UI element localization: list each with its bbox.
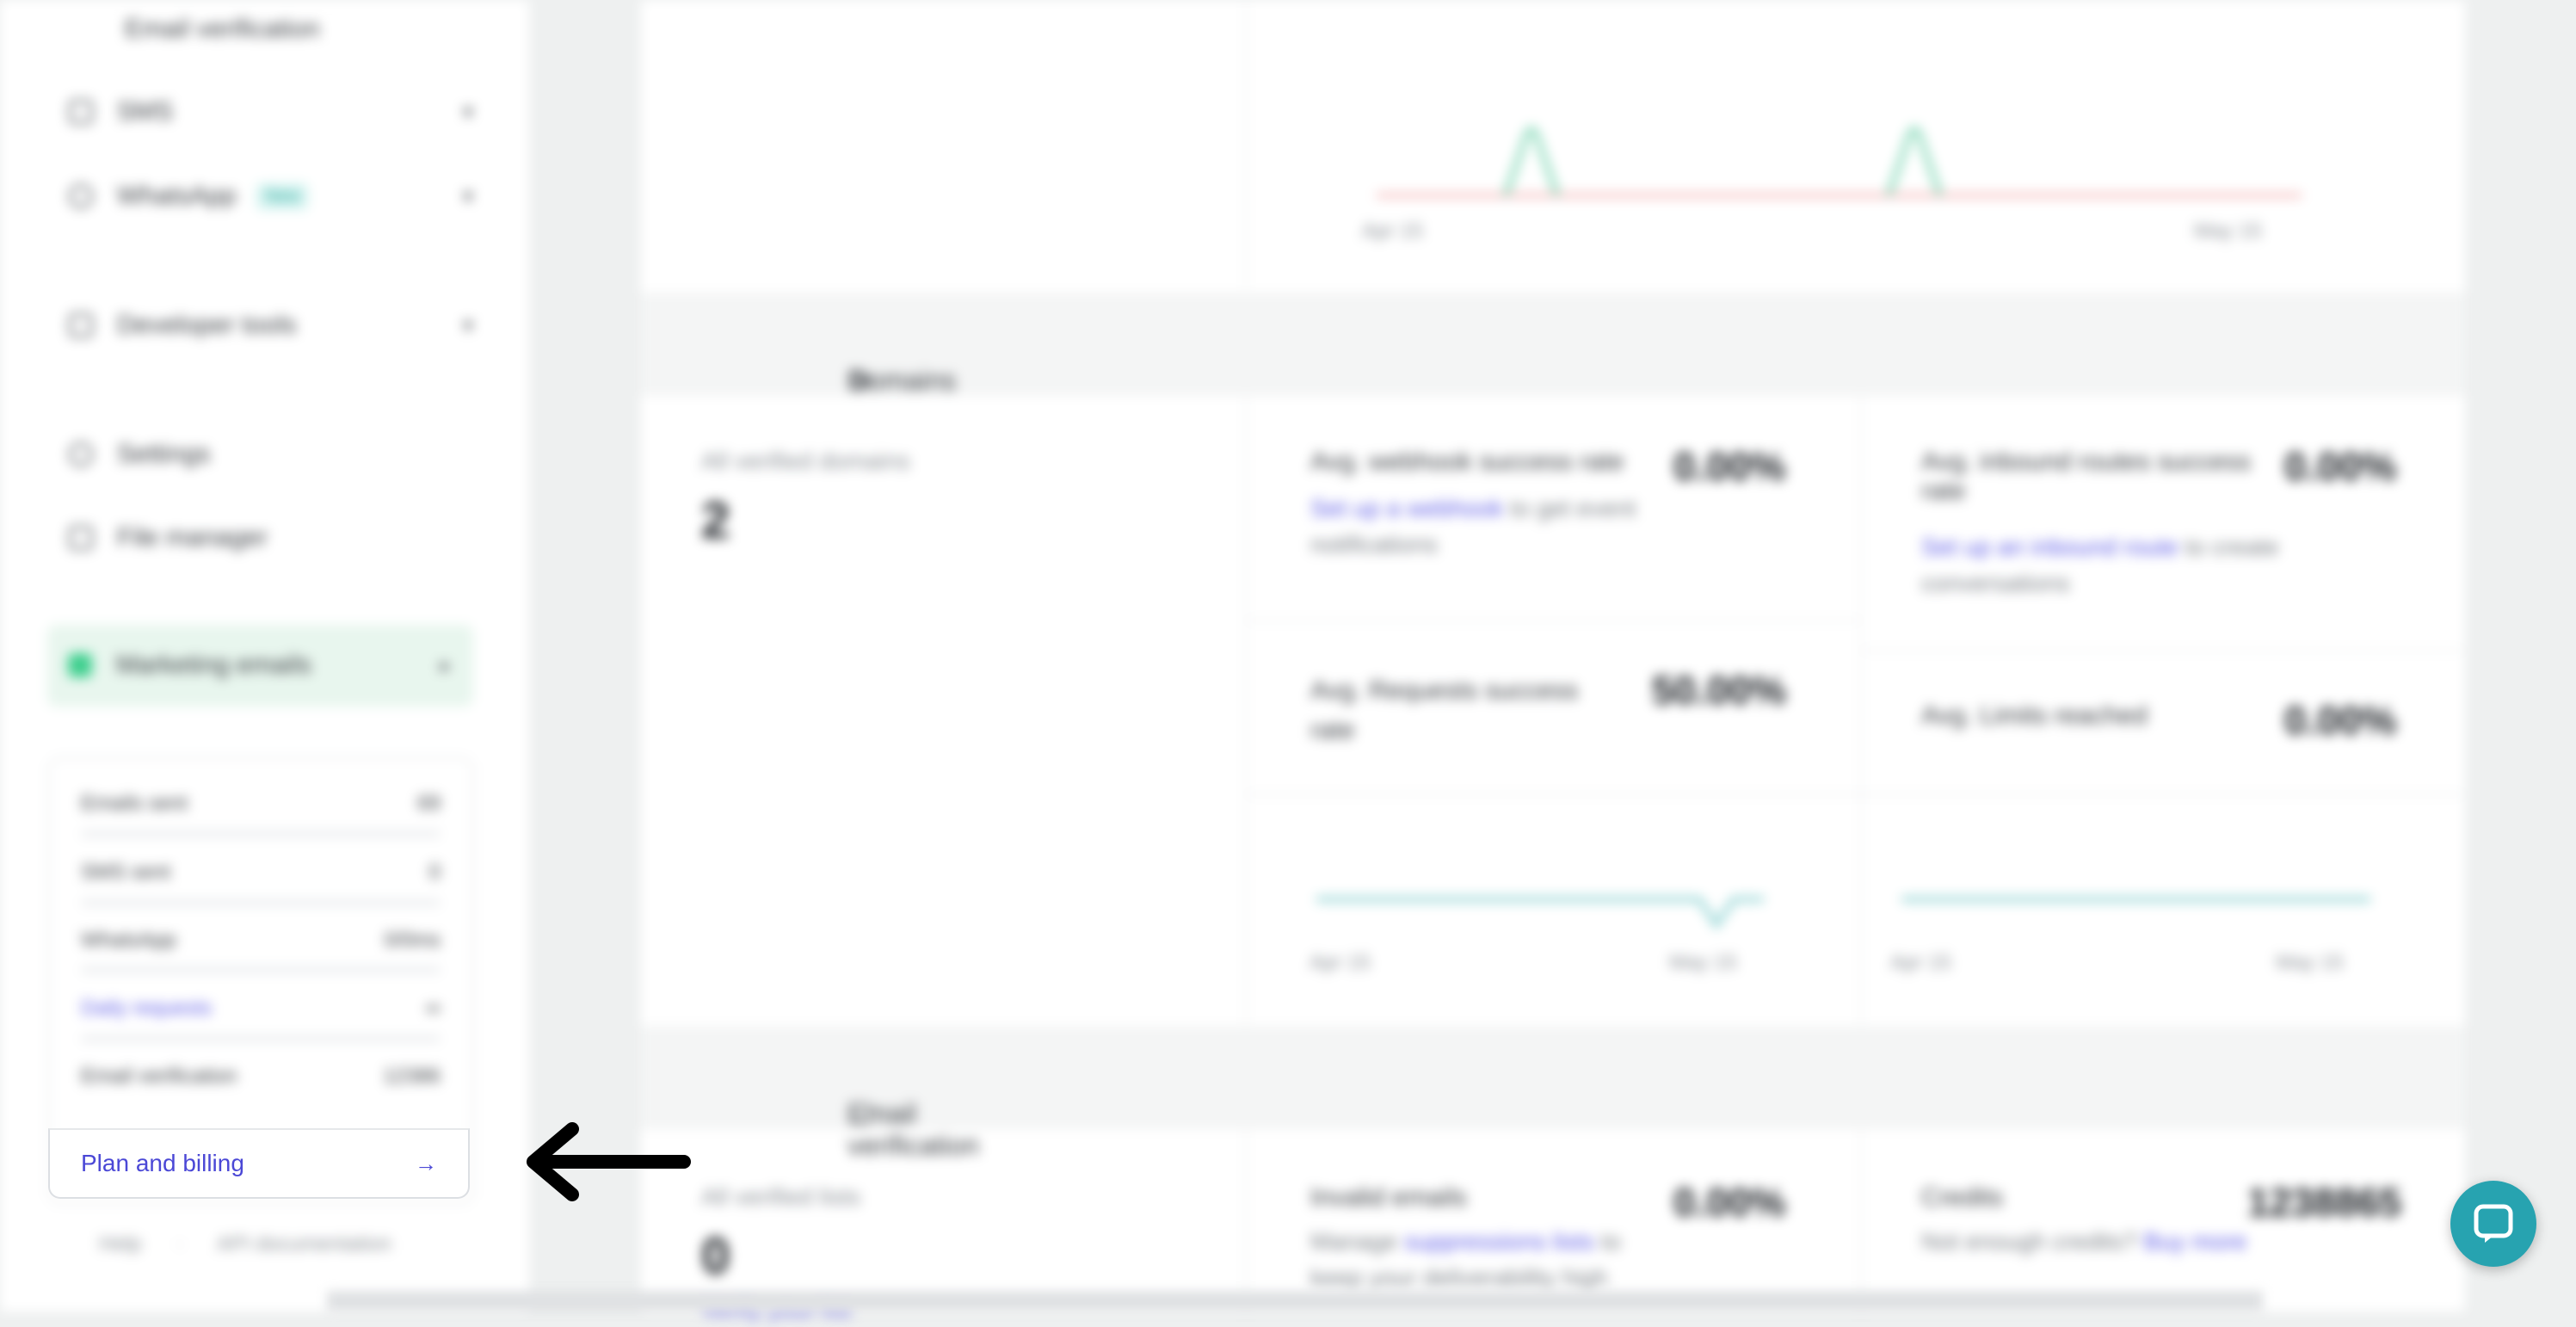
limits-label: Avg. Limits reached <box>1921 701 2148 730</box>
requests-chart <box>1316 897 1764 930</box>
sidebar-item-marketing-emails[interactable]: Marketing emails ▸ <box>47 625 473 707</box>
phone-icon <box>69 100 93 124</box>
gear-icon <box>69 442 93 466</box>
verified-lists-label: All verified lists <box>701 1183 861 1210</box>
arrow-right-icon: → <box>415 1150 437 1176</box>
sidebar-item-label: Email verification <box>125 15 320 43</box>
pointer-arrow-icon <box>527 1122 691 1201</box>
usage-bar <box>81 967 441 972</box>
setup-inbound-route-link[interactable]: Set up an inbound route <box>1921 534 2179 560</box>
divider <box>1245 1129 1247 1312</box>
tick-label: Apr 15 <box>1362 219 1423 243</box>
usage-bar <box>81 831 441 836</box>
tick-label: May 15 <box>2276 951 2344 974</box>
usage-row-daily-requests[interactable]: Daily requests ∞ <box>81 997 441 1021</box>
chevron-right-icon: ▸ <box>440 653 451 677</box>
chevron-down-icon: ▾ <box>462 184 473 208</box>
usage-bar <box>81 1036 441 1041</box>
section-title: Email verification <box>847 1098 979 1161</box>
plan-and-billing-label: Plan and billing <box>81 1150 244 1176</box>
chevron-down-icon: ▾ <box>462 100 473 124</box>
sidebar-item-email-verification[interactable]: Email verification <box>125 3 529 55</box>
divider <box>1860 396 1862 1024</box>
limits-value: 0.00% <box>2284 698 2397 743</box>
email-verification-header: ☐ Email verification <box>641 1026 2465 1161</box>
sidebar-item-file-manager[interactable]: File manager <box>69 512 473 564</box>
code-icon <box>69 313 93 337</box>
tick-label: May 15 <box>1669 951 1737 974</box>
webhook-value: 0.00% <box>1673 444 1786 489</box>
setup-webhook-link[interactable]: Set up a webhook <box>1310 495 1503 522</box>
webhook-hint: Set up a webhook to get event notificati… <box>1310 495 1636 558</box>
inbound-value: 0.00% <box>2284 444 2397 489</box>
divider <box>1247 793 2464 795</box>
credits-hint: Not enough credits? Buy more <box>1921 1228 2247 1255</box>
inbound-hint: Set up an inbound route to create conver… <box>1921 534 2279 596</box>
webhook-label: Avg. webhook success rate <box>1310 447 1624 476</box>
chat-bubble-icon <box>2474 1204 2513 1243</box>
top-chart <box>1377 127 2302 197</box>
divider <box>1245 396 1247 1024</box>
domains-header: ⚙ Domains <box>641 293 2465 397</box>
help-link[interactable]: Help <box>99 1232 141 1256</box>
sidebar: Email verification SMS ▾ WhatsApp New ▾ … <box>0 0 529 1312</box>
suppression-lists-link[interactable]: suppressions lists <box>1404 1228 1594 1255</box>
chat-launcher-button[interactable] <box>2450 1181 2536 1267</box>
tick-label: May 15 <box>2194 219 2262 243</box>
sidebar-item-label: WhatsApp <box>117 182 237 210</box>
usage-row-sms: SMS sent 0 <box>81 861 441 884</box>
invalid-emails-label: Invalid emails <box>1310 1183 1467 1212</box>
requests-value: 50.00% <box>1652 668 1787 713</box>
tick-label: Apr 15 <box>1310 951 1371 974</box>
usage-row-email-verification: Email verification 12386 <box>81 1065 441 1088</box>
whatsapp-icon <box>69 184 93 208</box>
divider <box>1862 650 2464 651</box>
invalid-emails-hint: Manage suppressions lists to keep your d… <box>1310 1228 1622 1291</box>
sidebar-item-developer-tools[interactable]: Developer tools ▾ <box>69 299 473 351</box>
chevron-down-icon: ▾ <box>462 313 473 337</box>
inbound-label: Avg. inbound routes success rate <box>1921 447 2252 505</box>
bottom-shadow <box>327 1291 2263 1312</box>
verified-domains-label: All verified domains <box>701 447 910 474</box>
sidebar-item-label: SMS <box>117 97 174 126</box>
verified-lists-value: 0 <box>701 1227 730 1285</box>
usage-row-whatsapp: WhatsApp 0/0ms <box>81 929 441 952</box>
divider <box>1245 0 1247 288</box>
sidebar-item-whatsapp[interactable]: WhatsApp New ▾ <box>69 170 473 222</box>
requests-label: Avg. Requests success rate <box>1310 676 1579 744</box>
separator: · <box>176 1232 183 1256</box>
new-badge: New <box>256 182 309 210</box>
limits-chart <box>1901 897 2370 902</box>
buy-more-link[interactable]: Buy more <box>2143 1228 2246 1255</box>
divider <box>1860 1129 1862 1312</box>
divider <box>1247 620 1860 621</box>
usage-row-emails: Emails sent 69 <box>81 792 441 815</box>
sidebar-item-label: File manager <box>117 523 268 552</box>
plan-and-billing-button[interactable]: Plan and billing → <box>48 1128 470 1199</box>
credits-value: 1238865 <box>2247 1180 2402 1225</box>
blurred-background: Email verification SMS ▾ WhatsApp New ▾ … <box>0 0 2576 1322</box>
flag-icon <box>68 653 92 677</box>
folder-icon <box>69 526 93 550</box>
sidebar-item-sms[interactable]: SMS ▾ <box>69 86 473 138</box>
verified-domains-value: 2 <box>701 491 730 549</box>
sidebar-item-label: Marketing emails <box>116 651 311 679</box>
credits-label: Credits <box>1921 1183 2004 1212</box>
usage-bar <box>81 900 441 905</box>
tick-label: Apr 15 <box>1890 951 1951 974</box>
section-title: Domains <box>847 365 957 396</box>
invalid-emails-value: 0.00% <box>1673 1180 1786 1225</box>
sidebar-item-label: Developer tools <box>117 311 297 339</box>
api-docs-link[interactable]: API documentation <box>217 1232 391 1256</box>
sidebar-item-settings[interactable]: Settings <box>69 429 473 480</box>
sidebar-item-label: Settings <box>117 440 211 468</box>
